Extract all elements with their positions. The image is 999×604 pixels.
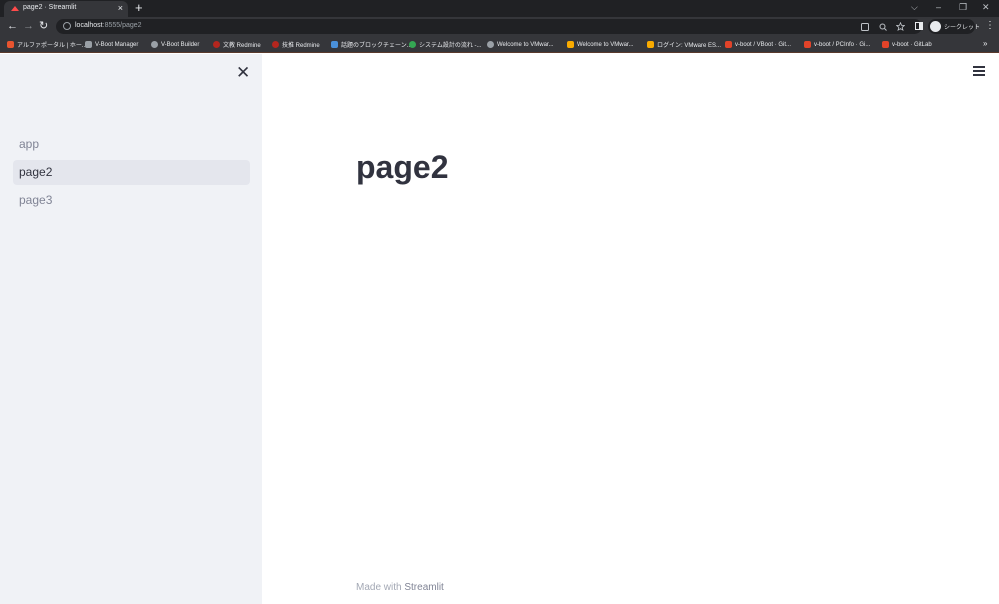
browser-tab[interactable]: page2 · Streamlit × — [4, 1, 128, 17]
tab-title: page2 · Streamlit — [23, 4, 77, 11]
bookmark-favicon-icon — [7, 41, 14, 48]
bookmark-item[interactable]: V-Boot Builder — [151, 40, 199, 49]
bookmark-label: V-Boot Manager — [95, 41, 139, 48]
back-icon[interactable]: ← — [7, 20, 18, 32]
bookmark-item[interactable]: 話題のブロックチェーン... — [331, 40, 412, 49]
bookmark-item[interactable]: アルファポータル | ホー... — [7, 40, 87, 49]
sidebar: ✕ app page2 page3 — [0, 54, 262, 604]
bookmark-item[interactable]: v-boot / PCInfo · Gi... — [804, 40, 870, 49]
footer-prefix: Made with — [356, 582, 405, 593]
address-bar[interactable]: localhost:8555/page2 — [56, 19, 922, 34]
sidebar-item-page2[interactable]: page2 — [13, 160, 250, 185]
browser-menu-icon[interactable]: ⋮ — [985, 20, 995, 32]
bookmark-label: v-boot / VBoot · Git... — [735, 41, 792, 48]
page-title: page2 — [356, 149, 449, 185]
new-tab-button[interactable]: + — [135, 1, 143, 15]
bookmark-item[interactable]: 技推 Redmine — [272, 40, 320, 49]
restore-icon[interactable]: ❐ — [959, 2, 967, 12]
site-info-icon[interactable] — [63, 22, 71, 30]
hamburger-menu-icon[interactable] — [973, 66, 987, 78]
url-host: localhost — [75, 22, 103, 29]
sidebar-item-label: app — [19, 137, 40, 151]
bookmark-item[interactable]: v-boot / VBoot · Git... — [725, 40, 791, 49]
url-text: localhost:8555/page2 — [75, 22, 142, 29]
url-path: :8555/page2 — [102, 22, 142, 29]
bookmark-label: システム設計の流れ -... — [419, 43, 482, 49]
bookmark-label: ログイン: VMware ES... — [657, 43, 722, 49]
bookmark-label: 話題のブロックチェーン... — [341, 43, 412, 49]
redmine-icon — [272, 41, 279, 48]
redmine-icon — [213, 41, 220, 48]
gitlab-icon — [725, 41, 732, 48]
bookmark-label: 技推 Redmine — [282, 43, 320, 49]
incognito-icon — [930, 21, 941, 32]
minimize-icon[interactable]: – — [936, 2, 941, 12]
main-content: page2 Made with Streamlit — [262, 54, 999, 604]
bookmark-label: アルファポータル | ホー... — [17, 43, 87, 49]
tab-search-icon[interactable]: ⌵ — [911, 2, 918, 12]
browser-toolbar: ← → ↻ localhost:8555/page2 シークレット ⋮ — [0, 17, 999, 36]
bookmark-star-icon[interactable] — [896, 22, 905, 31]
sidebar-item-page3[interactable]: page3 — [13, 188, 250, 213]
sidebar-close-icon[interactable]: ✕ — [236, 64, 250, 82]
sidebar-item-label: page2 — [19, 165, 53, 179]
footer: Made with Streamlit — [356, 582, 444, 593]
bookmark-item[interactable]: Welcome to VMwar... — [567, 40, 634, 49]
bookmark-favicon-icon — [409, 41, 416, 48]
side-panel-icon[interactable] — [915, 22, 923, 30]
tab-close-icon[interactable]: × — [118, 3, 123, 13]
bookmark-favicon-icon — [331, 41, 338, 48]
bookmark-favicon-icon — [85, 41, 92, 48]
bookmarks-overflow-icon[interactable]: » — [983, 39, 987, 48]
bookmark-label: v-boot / PCInfo · Gi... — [814, 41, 871, 48]
translate-icon[interactable] — [861, 23, 869, 31]
forward-icon[interactable]: → — [23, 20, 34, 32]
bookmark-label: 文教 Redmine — [223, 43, 261, 49]
reload-icon[interactable]: ↻ — [39, 20, 48, 32]
incognito-profile-button[interactable]: シークレット — [928, 19, 980, 34]
window-close-icon[interactable]: ✕ — [982, 2, 990, 12]
profile-label: シークレット — [944, 25, 981, 31]
bookmark-item[interactable]: Welcome to VMwar... — [487, 40, 554, 49]
bookmark-label: V-Boot Builder — [161, 41, 200, 48]
gitlab-icon — [804, 41, 811, 48]
tab-strip: page2 · Streamlit × + ⌵ – ❐ ✕ — [0, 0, 999, 17]
vmware-icon — [567, 41, 574, 48]
bookmark-label: v-boot · GitLab — [892, 41, 932, 48]
gitlab-icon — [882, 41, 889, 48]
sidebar-item-label: page3 — [19, 193, 53, 207]
streamlit-link[interactable]: Streamlit — [404, 582, 443, 593]
bookmark-item[interactable]: V-Boot Manager — [85, 40, 138, 49]
bookmark-item[interactable]: ログイン: VMware ES... — [647, 40, 721, 49]
globe-icon — [487, 41, 494, 48]
globe-icon — [151, 41, 158, 48]
vmware-icon — [647, 41, 654, 48]
bookmark-item[interactable]: v-boot · GitLab — [882, 40, 932, 49]
sidebar-item-app[interactable]: app — [13, 132, 250, 157]
bookmark-item[interactable]: システム設計の流れ -... — [409, 40, 482, 49]
bookmark-label: Welcome to VMwar... — [497, 41, 554, 48]
zoom-icon[interactable] — [879, 23, 887, 31]
bookmark-item[interactable]: 文教 Redmine — [213, 40, 261, 49]
bookmark-label: Welcome to VMwar... — [577, 41, 634, 48]
bookmarks-bar: アルファポータル | ホー... V-Boot Manager V-Boot B… — [0, 36, 999, 53]
streamlit-favicon-icon — [11, 6, 19, 11]
